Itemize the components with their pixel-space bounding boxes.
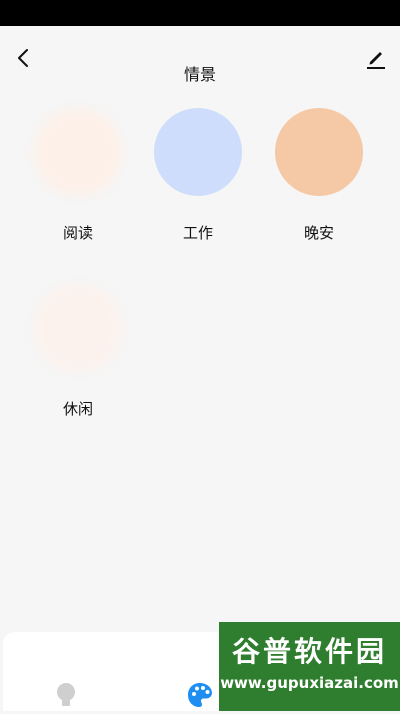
scene-item-leisure[interactable]: 休闲 [23,284,133,419]
scene-label: 阅读 [62,224,93,242]
scene-page: 情景 阅读 工作 晚安 休闲 谷普软件园 www.gupuxiazai.com [0,26,400,711]
watermark-url: www.gupuxiazai.com [220,674,399,692]
nav-item-lights[interactable] [51,680,81,710]
nav-item-scenes[interactable] [185,680,215,710]
scene-color-swatch [34,284,122,372]
scene-label: 休闲 [62,400,93,418]
scene-color-swatch [154,108,242,196]
watermark-title: 谷普软件园 [231,635,387,668]
scene-item-reading[interactable]: 阅读 [23,108,133,243]
scene-label: 工作 [182,224,213,242]
watermark-logo: 谷普软件园 www.gupuxiazai.com [219,622,400,711]
status-bar [0,0,400,26]
scene-color-swatch [34,108,122,196]
page-title: 情景 [183,65,216,84]
header: 情景 [0,26,400,96]
scene-label: 晚安 [303,224,334,242]
scene-item-work[interactable]: 工作 [143,108,253,243]
scene-item-goodnight[interactable]: 晚安 [264,108,374,243]
lightbulb-icon [57,683,75,706]
palette-icon [188,683,212,707]
scene-color-swatch [275,108,363,196]
edit-button[interactable] [362,44,390,72]
pencil-icon [367,52,385,69]
